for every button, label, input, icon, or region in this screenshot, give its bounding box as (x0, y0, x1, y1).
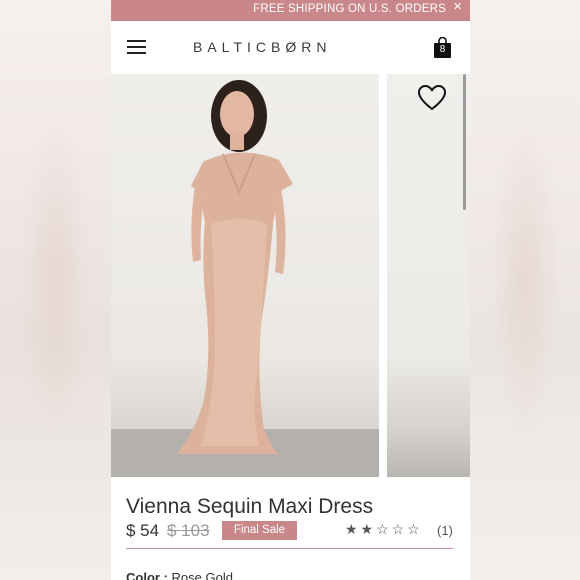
review-count[interactable]: (1) (437, 523, 453, 538)
next-product-photo[interactable] (387, 74, 470, 477)
original-price: $ 103 (167, 521, 210, 540)
background-blur-left (0, 0, 111, 580)
site-header: BALTICBØRN 8 (111, 21, 470, 74)
product-title: Vienna Sequin Maxi Dress (126, 495, 374, 518)
promo-text: FREE SHIPPING ON U.S. ORDERS (253, 3, 446, 15)
color-selector[interactable]: Color : Rose Gold (126, 570, 233, 580)
heart-icon[interactable] (417, 84, 447, 112)
product-gallery[interactable] (111, 74, 470, 477)
color-value: Rose Gold (171, 570, 233, 580)
color-label: Color : (126, 570, 168, 580)
hamburger-icon[interactable] (127, 40, 146, 54)
mobile-screen: FREE SHIPPING ON U.S. ORDERS × BALTICBØR… (111, 0, 470, 580)
final-sale-badge: Final Sale (222, 521, 297, 540)
divider (126, 548, 453, 549)
star-rating[interactable]: ★★☆☆☆ (345, 521, 423, 538)
shopping-bag-icon[interactable]: 8 (433, 36, 452, 58)
cart-count: 8 (439, 44, 446, 55)
product-photo[interactable] (111, 74, 379, 477)
sale-price: $ 54 (126, 521, 160, 540)
promo-banner: FREE SHIPPING ON U.S. ORDERS × (111, 0, 470, 21)
background-blur-right (470, 0, 580, 580)
brand-logo[interactable]: BALTICBØRN (193, 39, 331, 55)
scrollbar[interactable] (463, 74, 466, 210)
close-icon[interactable]: × (453, 0, 462, 15)
